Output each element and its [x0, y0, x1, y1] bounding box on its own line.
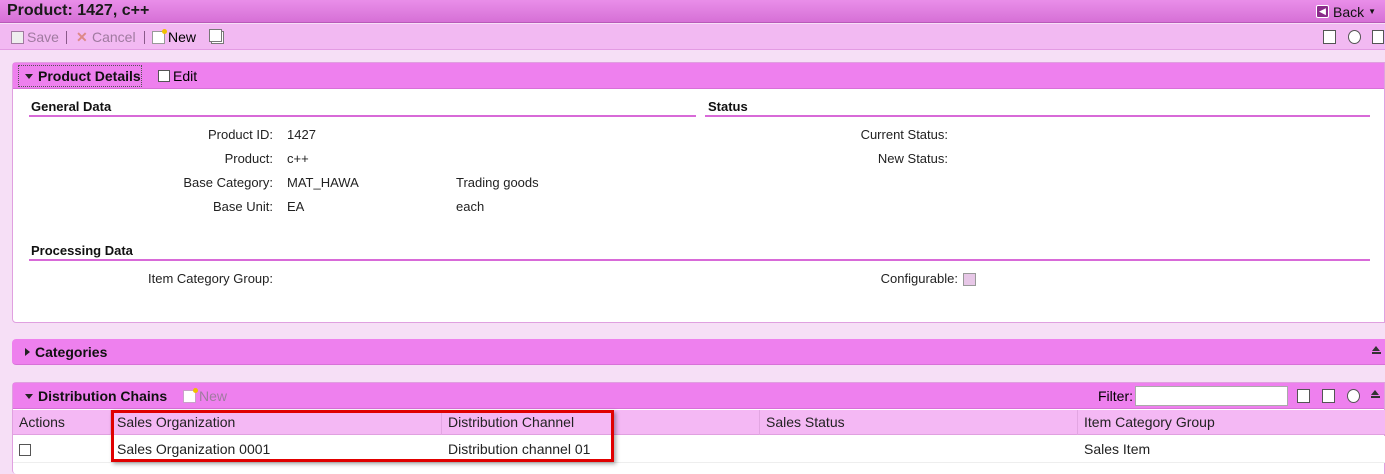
categories-header[interactable]: Categories — [12, 339, 1385, 365]
product-details-panel: Product Details Edit General Data Produc… — [12, 62, 1385, 323]
back-arrow-icon: ◀ — [1316, 5, 1329, 18]
new-status-label: New Status: — [877, 151, 948, 166]
general-data-divider — [29, 115, 696, 117]
configurable-label: Configurable: — [880, 271, 958, 286]
configurable-checkbox[interactable] — [963, 273, 976, 286]
product-details-toggle[interactable]: Product Details — [25, 68, 141, 84]
product-details-title: Product Details — [38, 68, 141, 84]
export-icon[interactable] — [1322, 389, 1335, 403]
toolbar-divider — [144, 31, 145, 44]
base-unit-label: Base Unit: — [213, 199, 273, 214]
expand-triangle-icon — [25, 393, 33, 399]
column-header-sales-organization[interactable]: Sales Organization — [111, 410, 442, 435]
edit-button[interactable]: Edit — [158, 68, 197, 84]
table-row[interactable]: Sales Organization 0001 Distribution cha… — [13, 436, 1385, 463]
collapse-icon[interactable] — [1371, 390, 1380, 399]
back-label: Back — [1333, 3, 1365, 20]
settings-wrench-icon[interactable] — [1347, 389, 1360, 403]
filter-label: Filter: — [1098, 388, 1133, 404]
base-category-value: MAT_HAWA — [287, 175, 359, 190]
column-header-distribution-channel[interactable]: Distribution Channel — [442, 410, 760, 435]
collapsed-triangle-icon — [25, 348, 30, 356]
toolbar-divider — [66, 31, 67, 44]
edit-label: Edit — [173, 68, 198, 84]
base-category-label: Base Category: — [183, 175, 273, 190]
sales-status-cell — [760, 436, 766, 463]
status-title: Status — [708, 99, 748, 114]
product-id-value: 1427 — [287, 127, 316, 142]
notes-icon[interactable] — [1323, 30, 1336, 44]
back-button[interactable]: ◀ Back ▼ — [1316, 3, 1376, 20]
table-header: Actions Sales Organization Distribution … — [13, 410, 1385, 435]
title-bar: Product: 1427, c++ ◀ Back ▼ — [0, 0, 1385, 23]
processing-data-title: Processing Data — [31, 243, 133, 258]
new-chain-button[interactable]: New — [183, 387, 228, 404]
copy-button[interactable] — [209, 29, 222, 42]
product-id-label: Product ID: — [207, 127, 273, 142]
cancel-button[interactable]: ✕ Cancel — [76, 29, 136, 45]
cancel-x-icon: ✕ — [76, 28, 88, 45]
new-button[interactable]: New — [152, 28, 197, 45]
distribution-chains-title: Distribution Chains — [38, 388, 168, 404]
pencil-edit-icon[interactable] — [19, 444, 31, 457]
general-data-title: General Data — [31, 99, 112, 114]
print-icon[interactable] — [1372, 30, 1384, 44]
distribution-chains-header: Distribution Chains New Filter: — [13, 383, 1384, 409]
collapse-icon[interactable] — [1372, 346, 1381, 355]
toolbar: Save ✕ Cancel New — [0, 24, 1385, 50]
row-actions-cell — [13, 436, 111, 463]
filter-input[interactable] — [1135, 386, 1288, 406]
expand-triangle-icon — [25, 73, 33, 79]
item-category-group-cell: Sales Item — [1084, 441, 1151, 457]
chevron-down-icon: ▼ — [1368, 7, 1377, 16]
column-header-actions[interactable]: Actions — [13, 410, 111, 435]
save-disk-icon — [11, 30, 24, 44]
cancel-label: Cancel — [92, 29, 136, 45]
product-label: Product: — [224, 151, 273, 166]
base-unit-description: each — [456, 199, 485, 214]
sales-organization-cell: Sales Organization 0001 — [117, 441, 271, 457]
column-header-item-category-group[interactable]: Item Category Group — [1078, 410, 1385, 435]
distribution-channel-cell: Distribution channel 01 — [448, 441, 591, 457]
item-category-group-label: Item Category Group: — [148, 271, 273, 286]
chart-icon[interactable] — [1297, 389, 1310, 403]
new-document-icon — [152, 28, 167, 44]
product-value: c++ — [287, 151, 309, 166]
save-button[interactable]: Save — [11, 29, 59, 45]
categories-panel: Categories — [12, 339, 1385, 365]
new-chain-label: New — [199, 388, 228, 404]
copy-icon — [209, 29, 222, 42]
status-divider — [705, 115, 1370, 117]
current-status-label: Current Status: — [860, 127, 948, 142]
processing-data-divider — [29, 259, 1370, 261]
page-title: Product: 1427, c++ — [7, 2, 150, 19]
settings-wrench-icon[interactable] — [1348, 30, 1361, 44]
new-label: New — [168, 29, 197, 45]
pencil-edit-icon — [158, 70, 170, 82]
base-category-description: Trading goods — [456, 175, 539, 190]
categories-title: Categories — [35, 344, 108, 360]
distribution-chains-toggle[interactable]: Distribution Chains — [25, 388, 167, 404]
distribution-chains-panel: Distribution Chains New Filter: Actions … — [12, 382, 1385, 474]
column-header-sales-status[interactable]: Sales Status — [760, 410, 1078, 435]
categories-toggle[interactable]: Categories — [25, 344, 107, 360]
new-document-icon — [183, 387, 198, 403]
save-label: Save — [27, 29, 59, 45]
product-details-header: Product Details Edit — [13, 63, 1384, 89]
base-unit-value: EA — [287, 199, 305, 214]
